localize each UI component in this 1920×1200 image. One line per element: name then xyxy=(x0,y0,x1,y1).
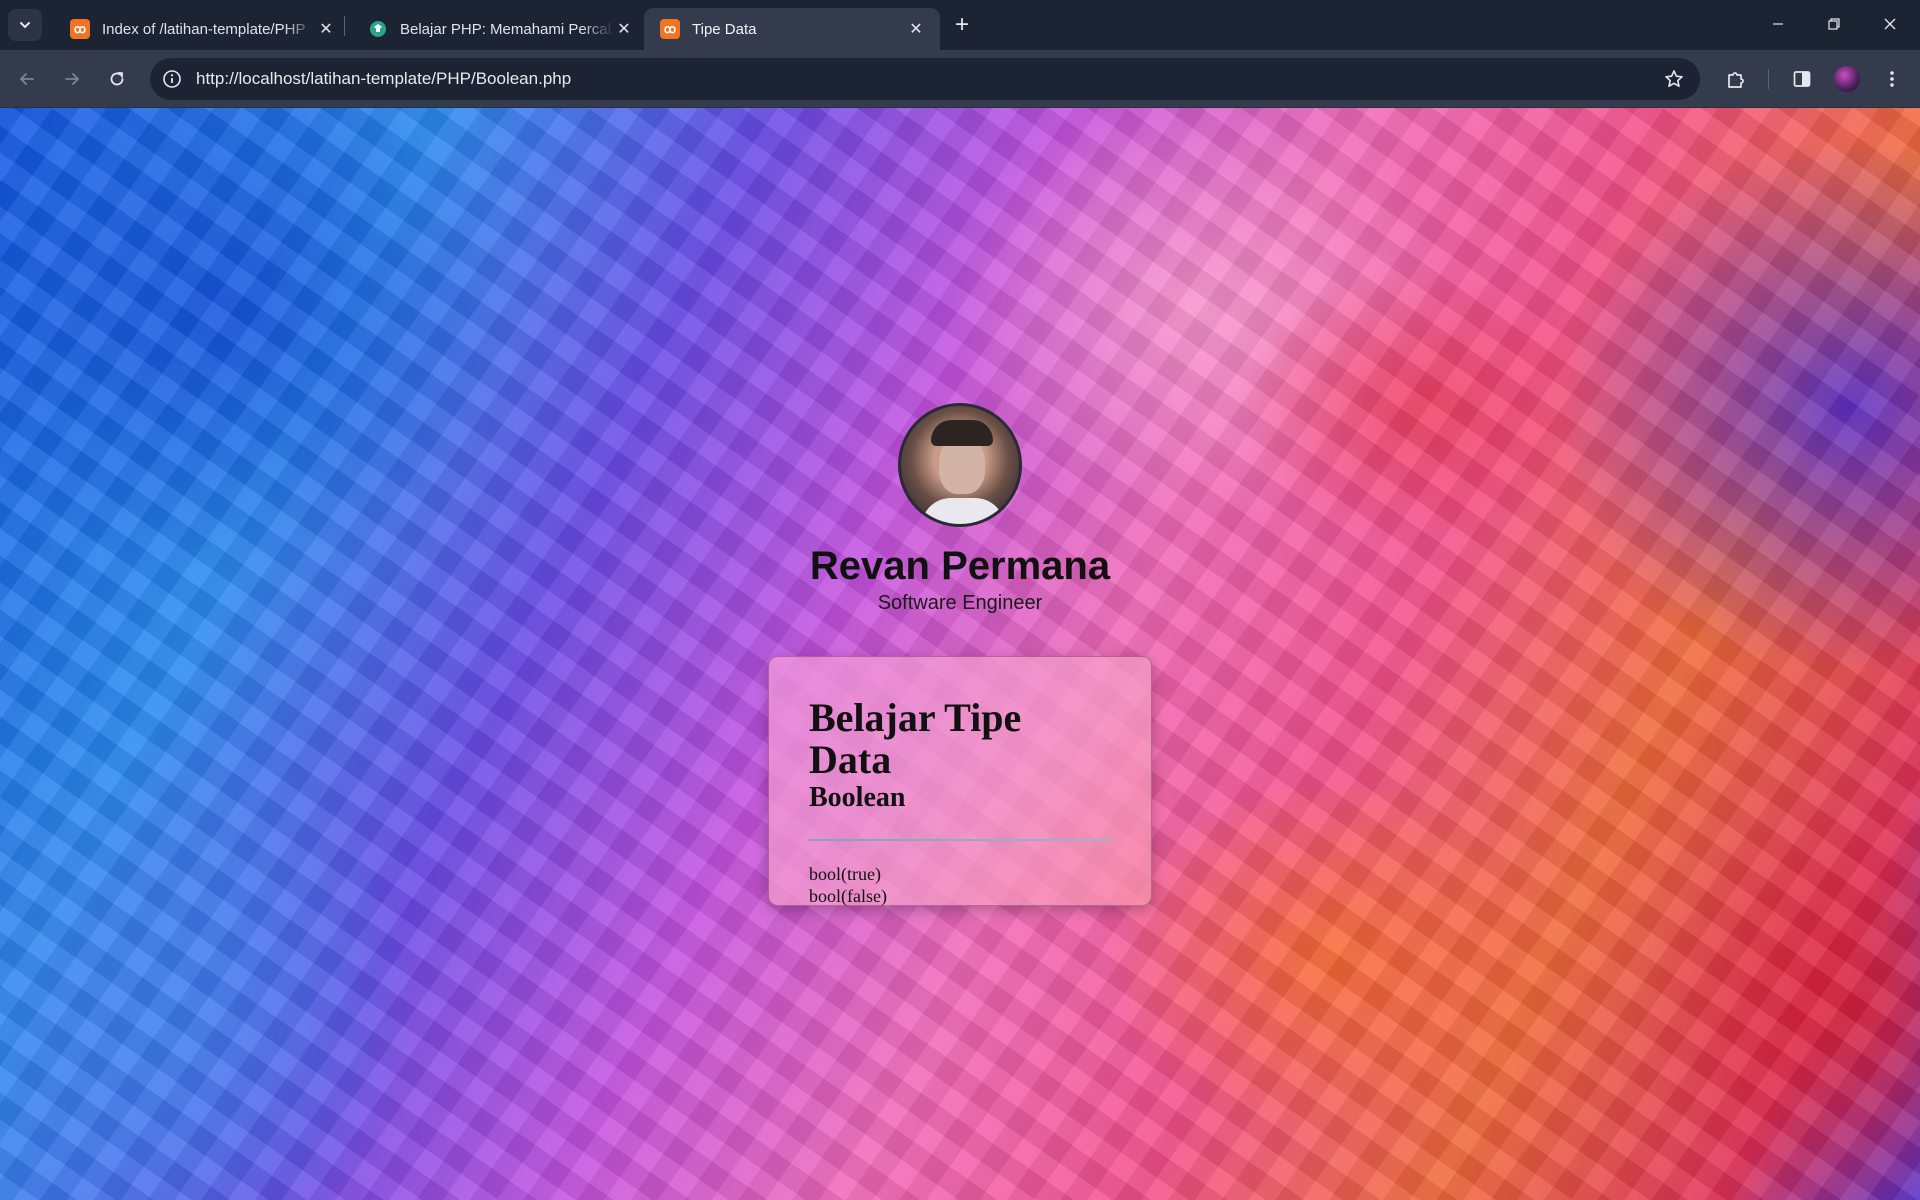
toolbar-divider xyxy=(1768,69,1769,89)
back-arrow-icon xyxy=(20,73,34,85)
profile-role: Software Engineer xyxy=(877,592,1043,614)
restore-icon xyxy=(1828,18,1840,30)
site-icon xyxy=(368,19,388,39)
tab-tipe-data[interactable]: ꝏ Tipe Data ✕ xyxy=(644,8,940,50)
close-icon[interactable]: ✕ xyxy=(906,19,926,39)
close-icon[interactable]: ✕ xyxy=(316,19,336,39)
forward-button[interactable] xyxy=(56,63,88,95)
photo-hair xyxy=(931,420,993,446)
address-bar[interactable]: http://localhost/latihan-template/PHP/Bo… xyxy=(150,58,1700,100)
reload-icon xyxy=(110,72,124,86)
side-panel-button[interactable] xyxy=(1786,63,1818,95)
extensions-button[interactable] xyxy=(1720,63,1752,95)
browser-toolbar: http://localhost/latihan-template/PHP/Bo… xyxy=(0,50,1920,108)
minimize-button[interactable] xyxy=(1750,0,1806,48)
card-divider xyxy=(809,839,1111,841)
tab-belajar-php[interactable]: Belajar PHP: Memahami Percabangan ✕ xyxy=(352,8,648,50)
side-panel-icon xyxy=(1793,71,1811,87)
close-icon[interactable]: ✕ xyxy=(614,19,634,39)
tab-search-button[interactable] xyxy=(8,9,42,41)
tab-index[interactable]: ꝏ Index of /latihan-template/PHP ✕ xyxy=(54,8,350,50)
back-button[interactable] xyxy=(11,63,43,95)
restore-button[interactable] xyxy=(1806,0,1862,48)
more-vert-icon xyxy=(1890,71,1894,87)
profile-avatar[interactable] xyxy=(1834,66,1860,92)
tab-title: Index of /latihan-template/PHP xyxy=(102,20,306,38)
content-card: Belajar Tipe Data Boolean bool(true) boo… xyxy=(768,656,1152,906)
card-title: Belajar Tipe Data xyxy=(809,695,1022,782)
output-line: bool(true) xyxy=(809,864,881,884)
menu-button[interactable] xyxy=(1876,63,1908,95)
reload-button[interactable] xyxy=(101,63,133,95)
photo-shirt xyxy=(921,498,1005,524)
profile-photo xyxy=(898,403,1022,527)
card-subtitle: Boolean xyxy=(809,782,906,813)
tab-title: Tipe Data xyxy=(692,20,757,38)
url-text[interactable]: http://localhost/latihan-template/PHP/Bo… xyxy=(196,69,571,89)
forward-arrow-icon xyxy=(65,73,79,85)
page-viewport: Revan Permana Software Engineer Belajar … xyxy=(0,108,1920,1200)
close-icon xyxy=(1884,18,1896,30)
xampp-icon: ꝏ xyxy=(660,19,680,39)
minimize-icon xyxy=(1773,23,1783,25)
site-info-icon[interactable] xyxy=(160,67,184,91)
bookmark-star-icon[interactable] xyxy=(1662,67,1686,91)
tab-separator xyxy=(344,16,345,36)
tab-title: Belajar PHP: Memahami Percabangan xyxy=(400,20,614,38)
tab-strip: ꝏ Index of /latihan-template/PHP ✕ Belaj… xyxy=(0,0,1920,50)
profile-name: Revan Permana xyxy=(809,544,1111,588)
chevron-down-icon xyxy=(20,22,30,29)
puzzle-icon xyxy=(1728,72,1744,88)
xampp-icon: ꝏ xyxy=(70,19,90,39)
output-line: bool(false) xyxy=(809,886,887,906)
close-window-button[interactable] xyxy=(1862,0,1918,48)
new-tab-button[interactable]: + xyxy=(948,10,976,40)
